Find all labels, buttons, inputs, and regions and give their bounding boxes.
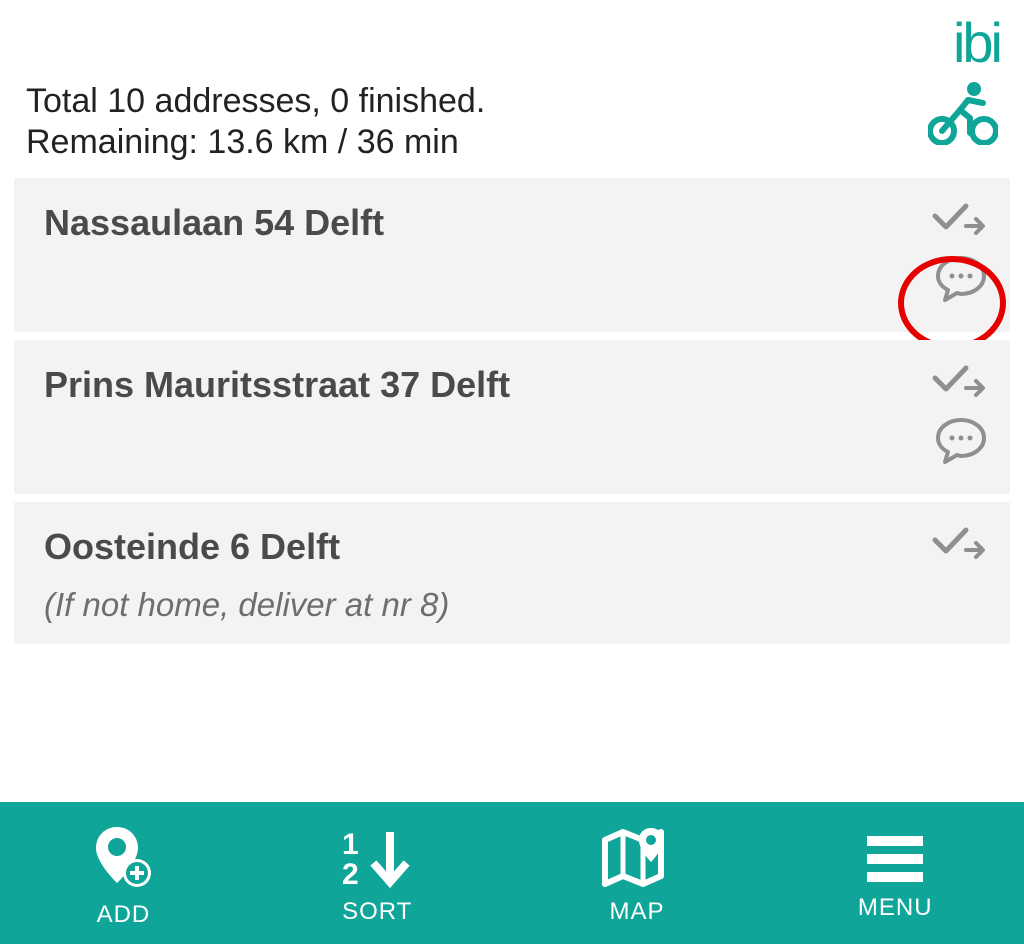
map-pin-icon [599,826,675,890]
check-navigate-icon[interactable] [932,202,988,236]
check-navigate-icon[interactable] [932,526,988,560]
chat-icon[interactable] [934,416,988,466]
address-title: Nassaulaan 54 Delft [44,202,932,244]
address-list: Nassaulaan 54 Delft Prins Mau [0,178,1024,644]
status-text: Total 10 addresses, 0 finished. Remainin… [26,81,485,164]
address-card[interactable]: Prins Mauritsstraat 37 Delft [14,340,1010,494]
bottom-bar: ADD 1 2 SORT MAP MENU [0,802,1024,944]
add-button[interactable]: ADD [91,823,155,929]
logo: ibi [953,10,1000,75]
sort-icon: 1 2 [338,826,416,890]
menu-label: MENU [858,894,933,922]
add-label: ADD [97,901,151,929]
address-card[interactable]: Oosteinde 6 Delft (If not home, deliver … [14,502,1010,644]
check-navigate-icon[interactable] [932,364,988,398]
status-line-2: Remaining: 13.6 km / 36 min [26,122,485,163]
svg-text:2: 2 [342,858,359,890]
address-title: Oosteinde 6 Delft [44,526,932,568]
sort-button[interactable]: 1 2 SORT [338,826,416,926]
map-button[interactable]: MAP [599,826,675,926]
address-title: Prins Mauritsstraat 37 Delft [44,364,932,406]
cyclist-icon[interactable] [928,81,998,145]
status-line-1: Total 10 addresses, 0 finished. [26,81,485,122]
address-card[interactable]: Nassaulaan 54 Delft [14,178,1010,332]
sort-label: SORT [342,898,412,926]
pin-plus-icon [91,823,155,893]
menu-button[interactable]: MENU [858,830,933,922]
svg-text:1: 1 [342,828,359,861]
address-note: (If not home, deliver at nr 8) [44,586,932,624]
chat-icon[interactable] [934,254,988,304]
hamburger-icon [863,830,927,886]
map-label: MAP [610,898,665,926]
